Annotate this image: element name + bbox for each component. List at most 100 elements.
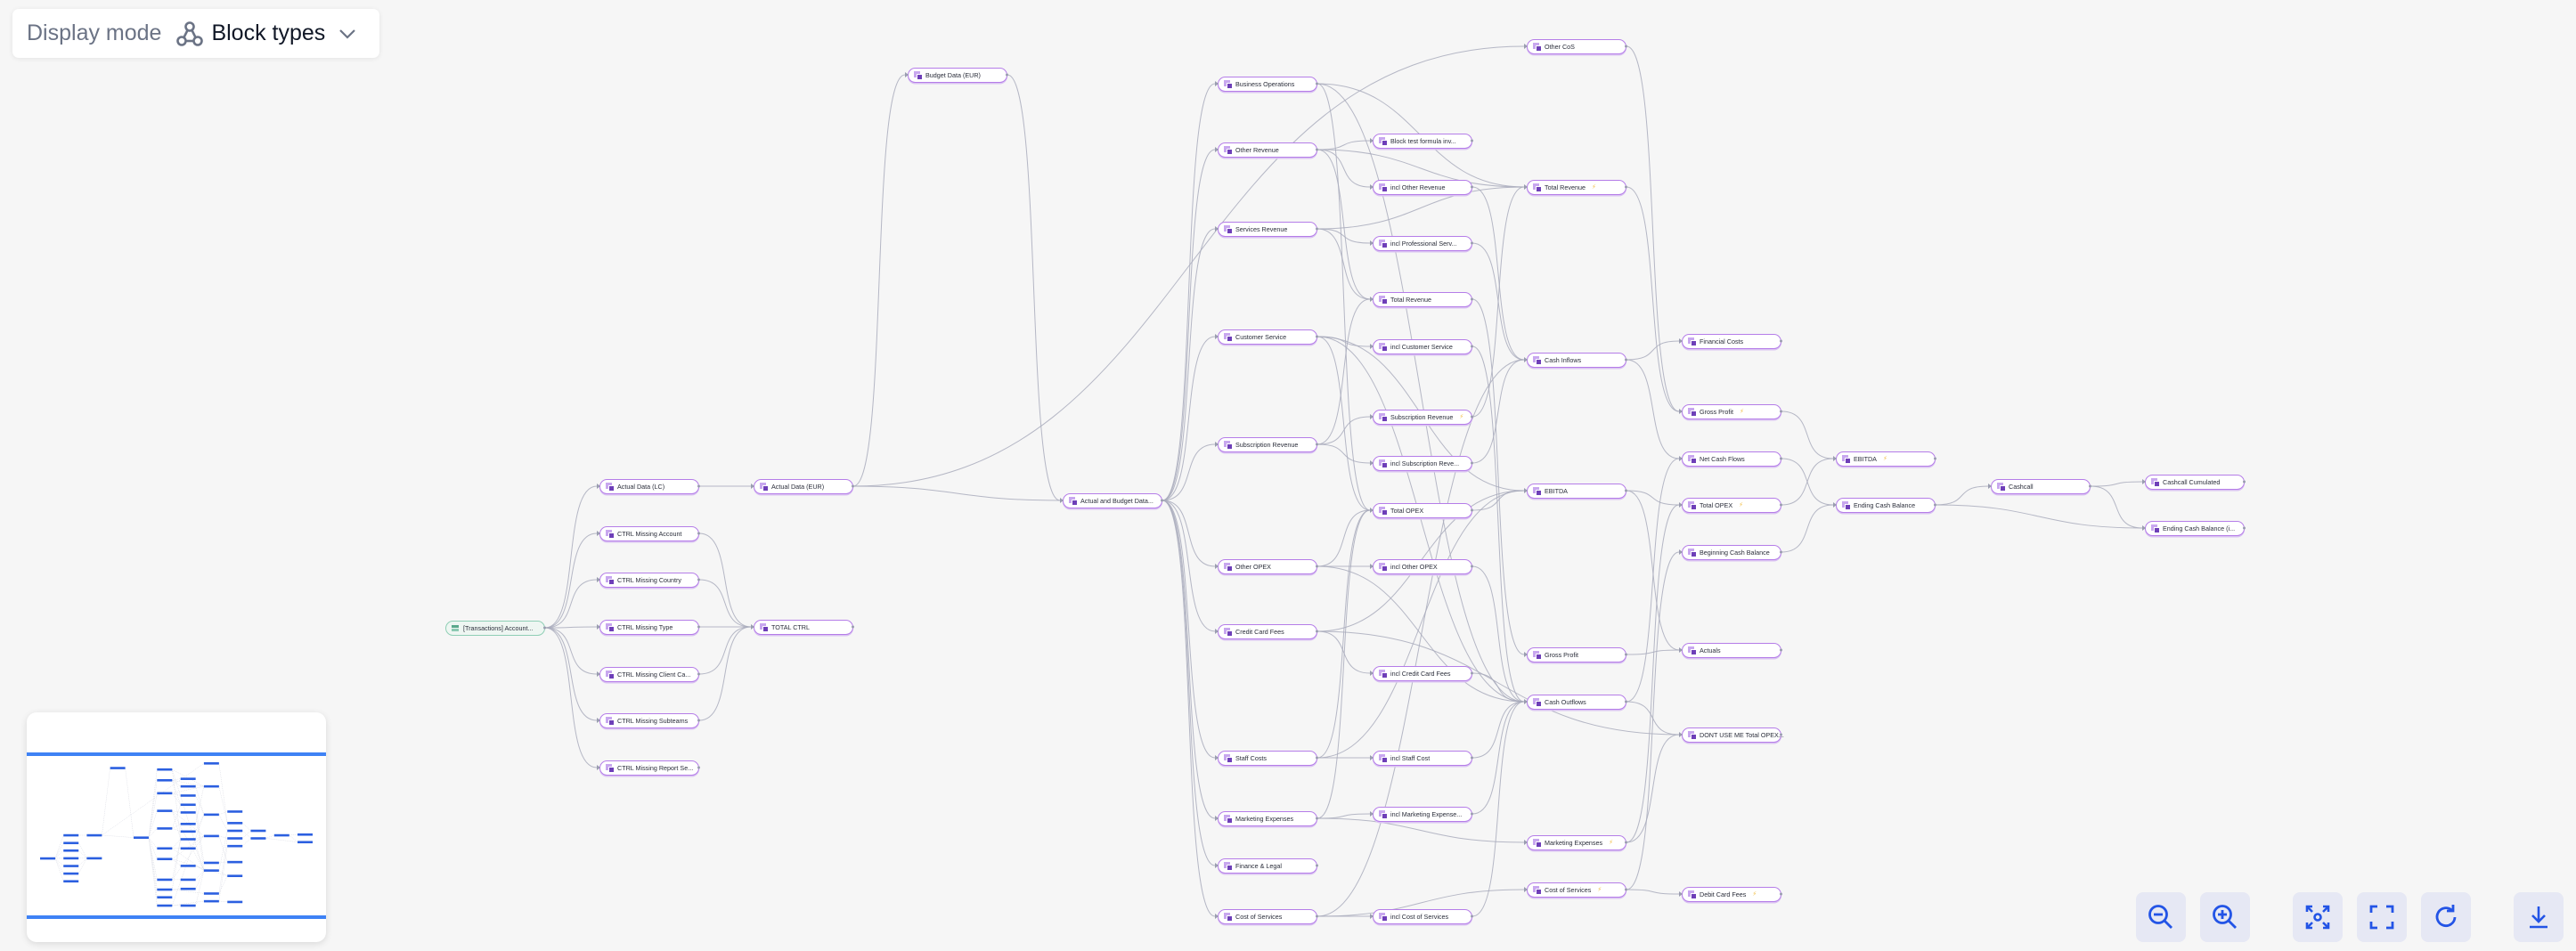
input-port[interactable] xyxy=(1524,488,1528,493)
output-port[interactable] xyxy=(1471,185,1473,189)
output-port[interactable] xyxy=(697,625,700,629)
input-port[interactable] xyxy=(1215,629,1219,634)
input-port[interactable] xyxy=(1524,652,1528,657)
focus-button[interactable] xyxy=(2293,892,2343,942)
input-port[interactable] xyxy=(1215,442,1219,447)
graph-node-incl-marketing[interactable]: incl Marketing Expense... xyxy=(1370,806,1473,822)
output-port[interactable] xyxy=(1471,565,1473,568)
graph-node-finance-legal[interactable]: Finance & Legal xyxy=(1215,858,1318,874)
input-port[interactable] xyxy=(1370,184,1374,190)
output-port[interactable] xyxy=(1625,489,1627,492)
output-port[interactable] xyxy=(1316,817,1318,820)
input-port[interactable] xyxy=(1370,344,1374,349)
graph-node-other-opex[interactable]: Other OPEX xyxy=(1215,558,1318,574)
graph-node-gross-profit-a[interactable]: Gross Profit xyxy=(1524,646,1627,662)
graph-node-ctrl-report[interactable]: CTRL Missing Report Se... xyxy=(597,760,700,776)
graph-node-incl-other-opex[interactable]: incl Other OPEX xyxy=(1370,558,1473,574)
output-port[interactable] xyxy=(1780,457,1782,460)
input-port[interactable] xyxy=(751,484,754,489)
input-port[interactable] xyxy=(1215,816,1219,821)
output-port[interactable] xyxy=(697,532,700,535)
graph-node-total-opex-a[interactable]: Total OPEX xyxy=(1370,502,1473,518)
graph-node-actual-eur[interactable]: Actual Data (EUR) xyxy=(751,478,854,494)
output-port[interactable] xyxy=(1316,82,1318,85)
graph-node-net-cash-flows[interactable]: Net Cash Flows xyxy=(1679,451,1782,467)
graph-node-incl-cost-services[interactable]: incl Cost of Services xyxy=(1370,908,1473,924)
output-port[interactable] xyxy=(1006,73,1008,77)
output-port[interactable] xyxy=(1161,499,1163,502)
input-port[interactable] xyxy=(1524,44,1528,49)
input-port[interactable] xyxy=(1215,226,1219,232)
input-port[interactable] xyxy=(1215,755,1219,760)
zoom-in-button[interactable] xyxy=(2200,892,2250,942)
fit-view-button[interactable] xyxy=(2357,892,2407,942)
graph-node-customer-service[interactable]: Customer Service xyxy=(1215,329,1318,345)
input-port[interactable] xyxy=(2142,525,2146,531)
graph-node-total-revenue-b[interactable]: Total Revenue ⚡ xyxy=(1524,179,1627,195)
graph-node-cash-outflows[interactable]: Cash Outflows xyxy=(1524,694,1627,710)
minimap[interactable] xyxy=(27,712,326,942)
graph-node-ctrl-type[interactable]: CTRL Missing Type xyxy=(597,619,700,635)
graph-node-gross-profit-b[interactable]: Gross Profit ⚡ xyxy=(1679,403,1782,419)
input-port[interactable] xyxy=(1679,732,1683,737)
output-port[interactable] xyxy=(1471,914,1473,918)
graph-node-ending-cash[interactable]: Ending Cash Balance xyxy=(1833,497,1936,513)
graph-node-actuals[interactable]: Actuals xyxy=(1679,642,1782,658)
graph-node-incl-customer-service[interactable]: incl Customer Service xyxy=(1370,338,1473,354)
graph-node-actual-budget[interactable]: Actual and Budget Data... xyxy=(1060,492,1163,508)
input-port[interactable] xyxy=(1215,564,1219,569)
graph-node-cash-inflows[interactable]: Cash Inflows xyxy=(1524,352,1627,368)
output-port[interactable] xyxy=(1934,457,1936,460)
graph-node-budget-eur[interactable]: Budget Data (EUR) xyxy=(905,67,1008,83)
graph-node-cost-of-services[interactable]: Cost of Services xyxy=(1215,908,1318,924)
input-port[interactable] xyxy=(2142,479,2146,484)
graph-node-subscription-revenue-b[interactable]: Subscription Revenue ⚡ xyxy=(1370,409,1473,425)
output-port[interactable] xyxy=(1780,339,1782,343)
input-port[interactable] xyxy=(1370,508,1374,513)
input-port[interactable] xyxy=(1060,498,1064,503)
graph-node-staff-costs[interactable]: Staff Costs xyxy=(1215,750,1318,766)
graph-node-incl-staff-cost[interactable]: incl Staff Cost xyxy=(1370,750,1473,766)
graph-node-cost-of-services-b[interactable]: Cost of Services ⚡ xyxy=(1524,882,1627,898)
input-port[interactable] xyxy=(1370,240,1374,246)
input-port[interactable] xyxy=(1370,460,1374,466)
output-port[interactable] xyxy=(1625,185,1627,189)
input-port[interactable] xyxy=(1679,409,1683,414)
input-port[interactable] xyxy=(1833,456,1837,461)
input-port[interactable] xyxy=(1833,502,1837,508)
input-port[interactable] xyxy=(1679,338,1683,344)
graph-node-credit-card-fees[interactable]: Credit Card Fees xyxy=(1215,623,1318,639)
input-port[interactable] xyxy=(597,531,600,536)
input-port[interactable] xyxy=(1370,414,1374,419)
graph-node-marketing-expenses[interactable]: Marketing Expenses xyxy=(1215,810,1318,826)
input-port[interactable] xyxy=(1370,755,1374,760)
graph-node-incl-prof-serv[interactable]: incl Professional Serv... xyxy=(1370,235,1473,251)
graph-node-ebitda-a[interactable]: EBITDA xyxy=(1524,483,1627,499)
graph-node-ctrl-subteams[interactable]: CTRL Missing Subteams xyxy=(597,712,700,728)
graph-node-incl-subscription[interactable]: incl Subscription Reve... xyxy=(1370,455,1473,471)
output-port[interactable] xyxy=(1780,648,1782,652)
graph-node-subscription-revenue[interactable]: Subscription Revenue xyxy=(1215,436,1318,452)
input-port[interactable] xyxy=(1679,456,1683,461)
input-port[interactable] xyxy=(597,671,600,677)
input-port[interactable] xyxy=(1524,184,1528,190)
output-port[interactable] xyxy=(1316,756,1318,760)
graph-node-business-ops[interactable]: Business Operations xyxy=(1215,76,1318,92)
output-port[interactable] xyxy=(1625,653,1627,656)
graph-node-ctrl-country[interactable]: CTRL Missing Country xyxy=(597,572,700,588)
output-port[interactable] xyxy=(697,672,700,676)
input-port[interactable] xyxy=(1679,549,1683,555)
output-port[interactable] xyxy=(1625,45,1627,48)
output-port[interactable] xyxy=(1471,345,1473,348)
input-port[interactable] xyxy=(1370,811,1374,817)
graph-node-total-opex-b[interactable]: Total OPEX ⚡ xyxy=(1679,497,1782,513)
input-port[interactable] xyxy=(1524,357,1528,362)
output-port[interactable] xyxy=(1316,443,1318,446)
input-port[interactable] xyxy=(1370,914,1374,919)
output-port[interactable] xyxy=(1780,892,1782,896)
chevron-down-icon[interactable] xyxy=(338,28,357,40)
output-port[interactable] xyxy=(2243,480,2246,484)
graph-node-incl-other-revenue[interactable]: incl Other Revenue xyxy=(1370,179,1473,195)
output-port[interactable] xyxy=(1316,864,1318,867)
graph-node-total-ctrl[interactable]: TOTAL CTRL xyxy=(751,619,854,635)
